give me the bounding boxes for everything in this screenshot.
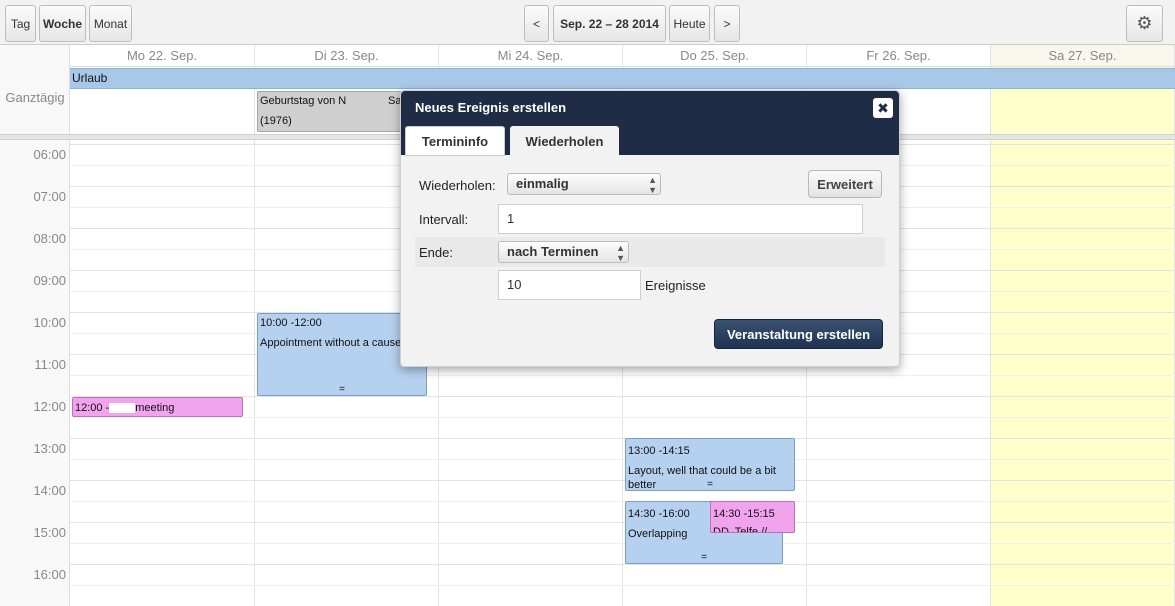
event-title: meeting	[135, 402, 175, 414]
event-layout[interactable]: 13:00 -14:15 Layout, well that could be …	[625, 438, 795, 491]
date-range-button[interactable]: Sep. 22 – 28 2014	[553, 5, 666, 42]
half-hour-line	[70, 459, 1175, 460]
half-hour-line	[70, 501, 1175, 502]
allday-event-urlaub[interactable]: Urlaub	[70, 68, 1175, 89]
hour-label: 06:00	[33, 147, 66, 162]
hour-label: 16:00	[33, 567, 66, 582]
event-title: DD. Telfe //	[713, 526, 768, 533]
repeat-select[interactable]: einmalig ▲ ▼	[507, 173, 661, 195]
half-hour-line	[70, 375, 1175, 376]
event-time: 12:00 -	[75, 402, 110, 414]
interval-input[interactable]: 1	[498, 204, 863, 234]
create-event-button[interactable]: Veranstaltung erstellen	[714, 319, 883, 349]
close-icon[interactable]: ✖	[873, 98, 893, 118]
next-week-button[interactable]: >	[714, 5, 740, 42]
day-header-fri[interactable]: Fr 26. Sep.	[807, 45, 991, 67]
hour-label: 14:00	[33, 483, 66, 498]
end-label: Ende:	[419, 245, 453, 260]
repeat-select-value: einmalig	[516, 176, 569, 191]
day-header-tue[interactable]: Di 23. Sep.	[255, 45, 439, 67]
repeat-label: Wiederholen:	[419, 178, 496, 193]
advanced-button[interactable]: Erweitert	[808, 170, 882, 198]
count-unit-label: Ereignisse	[645, 278, 706, 293]
calendar-toolbar: Tag Woche Monat < Sep. 22 – 28 2014 Heut…	[0, 0, 1175, 45]
hour-label: 10:00	[33, 315, 66, 330]
gear-icon: ⚙	[1136, 13, 1153, 33]
hour-line	[70, 438, 1175, 439]
hour-label: 12:00	[33, 399, 66, 414]
resize-handle[interactable]: =	[626, 480, 794, 490]
end-select[interactable]: nach Terminen ▲ ▼	[498, 241, 629, 263]
resize-handle[interactable]: =	[626, 553, 782, 563]
settings-button[interactable]: ⚙	[1126, 5, 1163, 42]
event-time: 14:30 -15:15	[713, 508, 775, 520]
half-hour-line	[70, 585, 1175, 586]
select-arrows-icon: ▲ ▼	[616, 243, 625, 263]
day-header-mon[interactable]: Mo 22. Sep.	[70, 45, 255, 67]
tab-wiederholen[interactable]: Wiederholen	[510, 126, 619, 156]
end-select-value: nach Terminen	[507, 244, 599, 259]
hour-label: 08:00	[33, 231, 66, 246]
event-meeting[interactable]: 12:00 - meeting	[72, 397, 243, 417]
end-row	[415, 237, 885, 267]
hour-label: 11:00	[34, 357, 66, 372]
hour-label: 09:00	[33, 273, 66, 288]
today-button[interactable]: Heute	[669, 5, 710, 42]
view-month-button[interactable]: Monat	[89, 5, 132, 42]
tab-termininfo[interactable]: Termininfo	[405, 126, 505, 156]
half-hour-line	[70, 543, 1175, 544]
resize-handle[interactable]: =	[258, 385, 426, 395]
hour-line	[70, 480, 1175, 481]
prev-week-button[interactable]: <	[524, 5, 549, 42]
event-time: 13:00 -14:15	[628, 445, 690, 457]
hour-label: 07:00	[33, 189, 66, 204]
count-input[interactable]: 10	[498, 270, 641, 300]
day-header-thu[interactable]: Do 25. Sep.	[623, 45, 807, 67]
view-week-button[interactable]: Woche	[39, 5, 86, 42]
day-header-wed[interactable]: Mi 24. Sep.	[439, 45, 623, 67]
hour-line	[70, 522, 1175, 523]
dialog-header: Neues Ereignis erstellen ✖ Termininfo Wi…	[401, 91, 899, 156]
half-hour-line	[70, 417, 1175, 418]
new-event-dialog: Neues Ereignis erstellen ✖ Termininfo Wi…	[400, 90, 900, 367]
redacted-box	[109, 403, 136, 414]
hour-line	[70, 564, 1175, 565]
birthday-title: Geburtstag von N	[260, 95, 347, 107]
hour-label: 13:00	[33, 441, 66, 456]
select-arrows-icon: ▲ ▼	[648, 175, 657, 195]
event-dd[interactable]: 14:30 -15:15 DD. Telfe //	[710, 501, 795, 533]
dialog-title: Neues Ereignis erstellen	[415, 100, 567, 115]
hour-label: 15:00	[33, 525, 66, 540]
day-header-sat[interactable]: Sa 27. Sep.	[991, 45, 1175, 67]
view-day-button[interactable]: Tag	[5, 5, 36, 42]
allday-label: Ganztägig	[5, 90, 65, 105]
interval-label: Intervall:	[419, 212, 469, 227]
